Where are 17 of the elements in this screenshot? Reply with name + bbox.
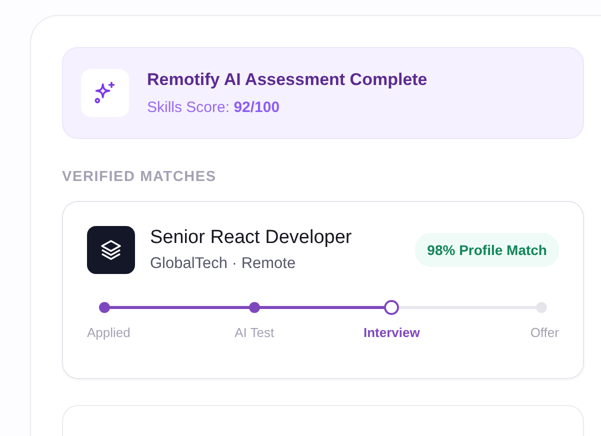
- skills-score: Skills Score: 92/100: [147, 99, 281, 116]
- layers-icon: [87, 226, 135, 274]
- job-title: Senior React Developer: [150, 227, 353, 249]
- step-label: Offer: [530, 325, 559, 340]
- job-subtitle: GlobalTech · Remote: [150, 255, 297, 273]
- step-dot: [536, 302, 547, 313]
- section-label: VERIFIED MATCHES: [62, 169, 218, 185]
- step-dot: [99, 302, 110, 313]
- sparkle-icon: [81, 69, 129, 117]
- step-label: Interview: [363, 325, 420, 340]
- assessment-title: Remotify AI Assessment Complete: [147, 70, 428, 90]
- step-label: AI Test: [234, 325, 274, 340]
- match-badge: 98% Profile Match: [415, 233, 559, 267]
- job-card[interactable]: Senior React Developer GlobalTech · Remote 98% Profile Match Applied AI Test Interview Offer: [62, 201, 584, 379]
- step-label: Applied: [87, 325, 130, 340]
- step-dot: [248, 302, 260, 313]
- step-dot: [384, 300, 400, 315]
